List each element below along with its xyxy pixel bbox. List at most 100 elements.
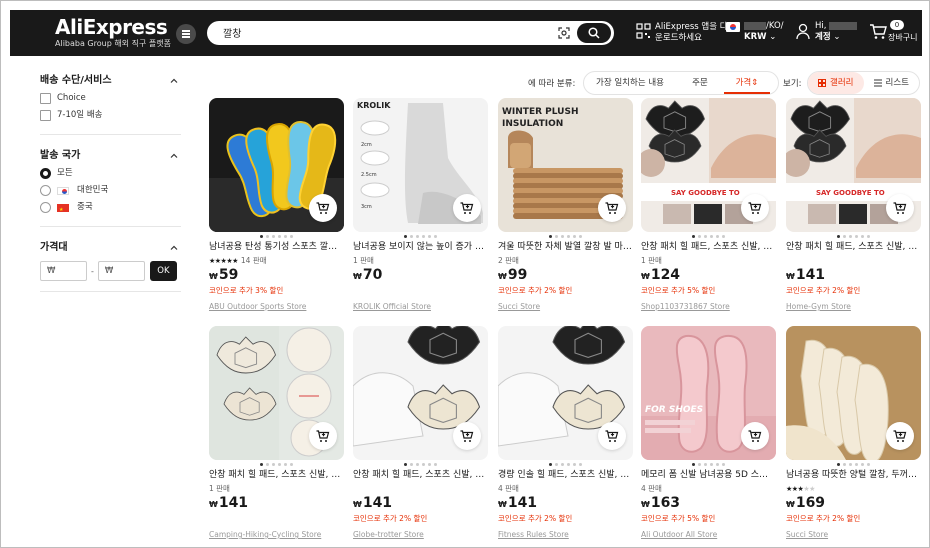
store-link[interactable]: Camping-Hiking-Cycling Store [209,530,321,540]
product-title[interactable]: 안창 패치 힐 패드, 스포츠 신발, 조절 가능 [209,469,344,481]
add-to-cart-button[interactable] [598,422,626,450]
shipping-option-choice[interactable]: Choice [40,90,181,107]
image-carousel-dots[interactable] [498,235,633,238]
price-amount: 70 [362,267,383,283]
download-app-link[interactable]: AliExpress 앱을 다 운로드하세요 [655,22,728,44]
currency-symbol: ₩ [786,272,795,281]
chevron-up-icon[interactable] [169,76,179,86]
store-link[interactable]: Globe-trotter Store [353,530,424,540]
product-meta: 4 판매 [641,484,662,494]
product-title[interactable]: 남녀공용 따뜻한 양털 깔창, 두꺼운 겨울 [786,469,921,481]
product-title[interactable]: 안창 패치 힐 패드, 스포츠 신발, 조절 가능 [641,241,776,253]
image-carousel-dots[interactable] [353,235,488,238]
store-link[interactable]: KROLIK Official Store [353,302,431,312]
sort-best-match[interactable]: 가장 일치하는 내용 [584,72,676,94]
view-label: 보기: [783,79,802,89]
price-max-input[interactable]: ₩ [97,261,145,281]
checkbox[interactable] [40,110,51,121]
greeting: Hi, [815,21,827,31]
image-carousel-dots[interactable] [641,463,776,466]
shipping-option-7-10-days[interactable]: 7-10일 배송 [40,107,181,124]
add-to-cart-button[interactable] [598,194,626,222]
korea-flag-icon [57,186,69,195]
search-bar[interactable]: 깔창 [207,21,614,45]
browser-frame: AliExpress Alibaba Group 해외 직구 플랫폼 깔창 Al… [0,0,930,548]
image-carousel-dots[interactable] [498,463,633,466]
currency-symbol: ₩ [641,500,650,509]
image-carousel-dots[interactable] [209,463,344,466]
chevron-up-icon[interactable] [169,151,179,161]
price-ok-button[interactable]: OK [149,261,177,281]
search-button[interactable] [577,23,611,43]
image-carousel-dots[interactable] [786,235,921,238]
cart-icon[interactable] [869,24,887,40]
sort-orders[interactable]: 주문 [676,72,724,94]
cart-plus-icon [748,429,762,442]
image-carousel-dots[interactable] [641,235,776,238]
product-title[interactable]: 겨울 따뜻한 자체 발열 깔창 발 마사지 [498,241,633,253]
origin-filter-title[interactable]: 발송 국가 [40,147,181,165]
cart-plus-icon [605,429,619,442]
qr-code-icon[interactable] [636,23,651,40]
price-filter-title[interactable]: 가격대 [40,239,181,257]
sort-price[interactable]: 가격⇕ [724,72,770,94]
coin-promo: 코인으로 추가 2% 할인 [786,286,861,295]
product-title[interactable]: 안창 패치 힐 패드, 스포츠 신발, 조절 가능 [353,469,488,481]
image-carousel-dots[interactable] [786,463,921,466]
store-link[interactable]: Home-Gym Store [786,302,851,312]
radio[interactable] [40,202,51,213]
origin-option-korea[interactable]: 대한민국 [40,182,181,199]
locale-language: /KO/ [766,21,784,31]
product-title[interactable]: 경량 인솔 힐 패드, 스포츠 신발, 조절 가능 [498,469,633,481]
currency-symbol: ₩ [353,272,362,281]
add-to-cart-button[interactable] [741,194,769,222]
shipping-filter-title[interactable]: 배송 수단/서비스 [40,72,181,90]
add-to-cart-button[interactable] [886,422,914,450]
cart-plus-icon [460,201,474,214]
view-list[interactable]: 리스트 [864,72,920,94]
search-input[interactable]: 깔창 [223,25,241,40]
product-price: ₩169 [786,495,825,513]
checkbox[interactable] [40,93,51,104]
store-link[interactable]: Succi Store [786,530,828,540]
store-link[interactable]: Fitness Rules Store [498,530,569,540]
add-to-cart-button[interactable] [309,194,337,222]
svg-text:INSULATION: INSULATION [502,119,563,129]
product-title[interactable]: 남녀공용 탄성 통기성 스포츠 깔창, 충격 흡수 [209,241,344,253]
origin-option-china[interactable]: 중국 [40,199,181,219]
view-gallery[interactable]: 갤러리 [808,72,864,94]
add-to-cart-button[interactable] [453,422,481,450]
product-title[interactable]: 남녀공용 보이지 않는 높이 증가 깔창 [353,241,488,253]
radio[interactable] [40,185,51,196]
product-title[interactable]: 안창 패치 힐 패드, 스포츠 신발, 조절 가능 [786,241,921,253]
store-link[interactable]: Succi Store [498,302,540,312]
add-to-cart-button[interactable] [309,422,337,450]
add-to-cart-button[interactable] [886,194,914,222]
cart-label[interactable]: 장바구니 [888,32,917,43]
image-carousel-dots[interactable] [209,235,344,238]
sold-count: 4 판매 [641,484,662,493]
user-icon[interactable] [796,23,810,41]
menu-button[interactable] [176,24,196,44]
account-menu[interactable]: Hi, 계정 ⌄ [815,21,858,43]
store-link[interactable]: Ali Outdoor All Store [641,530,717,540]
add-to-cart-button[interactable] [741,422,769,450]
add-to-cart-button[interactable] [453,194,481,222]
store-link[interactable]: ABU Outdoor Sports Store [209,302,306,312]
currency-symbol: ₩ [209,500,218,509]
price-amount: 141 [218,495,249,511]
view-list-label: 리스트 [885,78,909,88]
price-amount: 99 [507,267,528,283]
aliexpress-logo[interactable]: AliExpress Alibaba Group 해외 직구 플랫폼 [55,15,171,49]
origin-option-all[interactable]: 모든 [40,165,181,182]
china-flag-icon [57,202,69,219]
radio-selected[interactable] [40,168,51,179]
store-link[interactable]: Shop1103731867 Store [641,302,730,312]
chevron-up-icon[interactable] [169,243,179,253]
image-search-icon[interactable] [558,27,570,39]
locale-selector[interactable]: /KO/ KRW ⌄ [744,21,784,43]
product-title[interactable]: 메모리 폼 신발 남녀공용 5D 스포츠 깔창 [641,469,776,481]
currency-symbol: ₩ [209,272,218,281]
image-carousel-dots[interactable] [353,463,488,466]
price-min-input[interactable]: ₩ [40,261,87,281]
